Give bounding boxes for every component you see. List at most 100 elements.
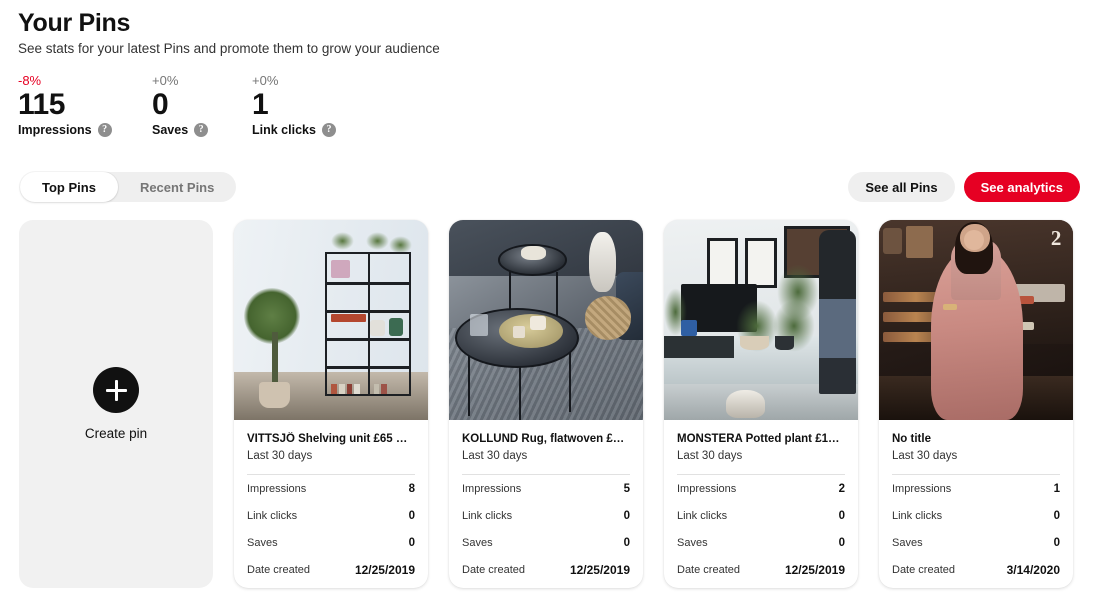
pin-title: KOLLUND Rug, flatwoven £26...	[462, 433, 630, 445]
metric-value: 0	[408, 509, 415, 522]
stat-label-impressions: Impressions	[18, 123, 92, 137]
pin-details: MONSTERA Potted plant £15 K... Last 30 d…	[664, 420, 858, 588]
metric-label: Date created	[677, 563, 740, 576]
metric-link-clicks: Link clicks 0	[462, 502, 630, 529]
stat-label-saves: Saves	[152, 123, 189, 137]
metric-impressions: Impressions 5	[462, 475, 630, 502]
metric-label: Saves	[247, 536, 278, 549]
metric-value: 1	[1053, 482, 1060, 495]
stat-value-saves: 0	[152, 88, 169, 121]
stat-link-clicks: +0% 1 Link clicks ?	[252, 72, 412, 137]
metric-value: 12/25/2019	[354, 562, 415, 577]
metric-impressions: Impressions 2	[677, 475, 845, 502]
stat-label-row-saves: Saves ?	[152, 123, 252, 137]
pin-details: KOLLUND Rug, flatwoven £26... Last 30 da…	[449, 420, 643, 588]
metric-date-created: Date created 12/25/2019	[677, 556, 845, 583]
pins-tab-group: Top Pins Recent Pins	[20, 172, 237, 202]
header-actions: See all Pins See analytics	[848, 172, 1080, 202]
metric-value: 8	[408, 482, 415, 495]
help-icon[interactable]: ?	[194, 123, 209, 137]
metric-value: 0	[1053, 509, 1060, 522]
metric-impressions: Impressions 8	[247, 475, 415, 502]
metric-saves: Saves 0	[677, 529, 845, 556]
metric-value: 5	[623, 482, 630, 495]
pin-details: No title Last 30 days Impressions 1 Link…	[879, 420, 1073, 588]
metric-value: 12/25/2019	[784, 562, 845, 577]
image-number-overlay: 2	[1050, 226, 1062, 250]
metric-label: Link clicks	[247, 509, 298, 522]
metric-label: Saves	[677, 536, 708, 549]
metric-label: Impressions	[247, 482, 307, 495]
metric-link-clicks: Link clicks 0	[677, 502, 845, 529]
header: Your Pins See stats for your latest Pins…	[18, 8, 440, 58]
metric-value: 0	[623, 536, 630, 549]
metric-value: 12/25/2019	[569, 562, 630, 577]
stat-value-link-clicks: 1	[252, 88, 269, 121]
stat-label-link-clicks: Link clicks	[252, 123, 316, 137]
pin-card[interactable]: 2 No title Last 30 days Impressions 1 Li…	[879, 220, 1073, 588]
metric-label: Link clicks	[892, 509, 943, 522]
metric-label: Date created	[462, 563, 525, 576]
pin-title: VITTSJÖ Shelving unit £65 RA...	[247, 433, 415, 445]
pin-period: Last 30 days	[892, 450, 958, 462]
pin-card[interactable]: MONSTERA Potted plant £15 K... Last 30 d…	[664, 220, 858, 588]
metric-label: Impressions	[677, 482, 737, 495]
pin-period: Last 30 days	[247, 450, 313, 462]
pin-card[interactable]: KOLLUND Rug, flatwoven £26... Last 30 da…	[449, 220, 643, 588]
metric-saves: Saves 0	[247, 529, 415, 556]
metric-label: Saves	[462, 536, 493, 549]
pin-card[interactable]: VITTSJÖ Shelving unit £65 RA... Last 30 …	[234, 220, 428, 588]
plus-icon	[93, 367, 139, 413]
stat-label-row-impressions: Impressions ?	[18, 123, 152, 137]
metric-label: Link clicks	[677, 509, 728, 522]
metric-date-created: Date created 12/25/2019	[247, 556, 415, 583]
see-analytics-button[interactable]: See analytics	[963, 172, 1080, 202]
pin-details: VITTSJÖ Shelving unit £65 RA... Last 30 …	[234, 420, 428, 588]
metric-value: 0	[838, 509, 845, 522]
stat-delta-link-clicks: +0%	[252, 73, 279, 88]
pin-image[interactable]	[449, 220, 643, 420]
metric-value: 3/14/2020	[1006, 562, 1060, 577]
stat-label-row-link-clicks: Link clicks ?	[252, 123, 412, 137]
metric-label: Impressions	[462, 482, 522, 495]
tab-top-pins[interactable]: Top Pins	[20, 172, 118, 202]
stat-value-impressions: 115	[18, 88, 65, 121]
stat-delta-impressions: -8%	[18, 73, 42, 88]
pin-period: Last 30 days	[677, 450, 743, 462]
your-pins-page: Your Pins See stats for your latest Pins…	[0, 0, 1100, 603]
metric-label: Date created	[892, 563, 955, 576]
metric-label: Link clicks	[462, 509, 513, 522]
metric-link-clicks: Link clicks 0	[247, 502, 415, 529]
pin-period: Last 30 days	[462, 450, 528, 462]
stat-delta-saves: +0%	[152, 73, 179, 88]
metric-saves: Saves 0	[462, 529, 630, 556]
metric-label: Impressions	[892, 482, 952, 495]
pin-image[interactable]	[664, 220, 858, 420]
page-subtitle: See stats for your latest Pins and promo…	[18, 41, 440, 56]
create-pin-card[interactable]: Create pin	[19, 220, 213, 588]
tab-recent-pins[interactable]: Recent Pins	[118, 172, 236, 202]
metric-value: 0	[1053, 536, 1060, 549]
help-icon[interactable]: ?	[97, 123, 112, 137]
metric-value: 0	[623, 509, 630, 522]
help-icon[interactable]: ?	[321, 123, 336, 137]
pins-card-row: Create pin VITTSJÖ Shelving unit £65 RA.…	[19, 220, 1073, 588]
stats-row: -8% 115 Impressions ? +0% 0 Saves ? +0% …	[18, 72, 412, 137]
metric-value: 0	[408, 536, 415, 549]
metric-label: Date created	[247, 563, 310, 576]
stat-impressions: -8% 115 Impressions ?	[18, 72, 152, 137]
pin-image[interactable]	[234, 220, 428, 420]
page-title: Your Pins	[18, 9, 131, 37]
see-all-pins-button[interactable]: See all Pins	[848, 172, 955, 202]
pin-image[interactable]: 2	[879, 220, 1073, 420]
metric-date-created: Date created 3/14/2020	[892, 556, 1060, 583]
pin-title: No title	[892, 433, 931, 445]
metric-impressions: Impressions 1	[892, 475, 1060, 502]
metric-value: 2	[838, 482, 845, 495]
stat-saves: +0% 0 Saves ?	[152, 72, 252, 137]
metric-date-created: Date created 12/25/2019	[462, 556, 630, 583]
create-pin-label: Create pin	[84, 426, 148, 441]
metric-value: 0	[838, 536, 845, 549]
metric-label: Saves	[892, 536, 923, 549]
metric-link-clicks: Link clicks 0	[892, 502, 1060, 529]
